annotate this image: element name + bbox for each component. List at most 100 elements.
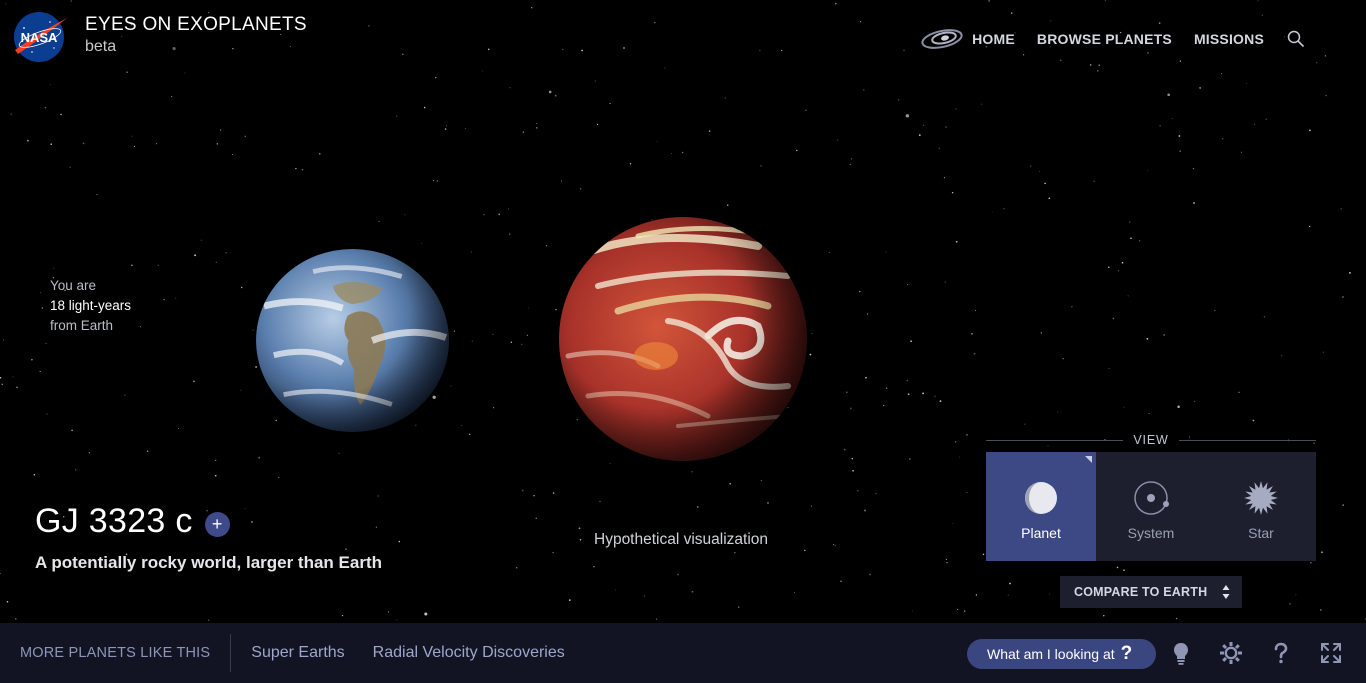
star-dot (922, 392, 924, 395)
star-dot (10, 113, 12, 115)
star-dot (509, 87, 511, 89)
star-dot (944, 281, 946, 283)
nasa-logo-icon[interactable]: NASA (10, 10, 68, 64)
star-dot (1158, 22, 1161, 24)
star-dot (0, 376, 2, 379)
nav-missions-link[interactable]: MISSIONS (1194, 31, 1264, 47)
star-dot (1123, 406, 1125, 408)
star-dot (555, 308, 557, 311)
star-dot (828, 252, 830, 254)
star-dot (957, 608, 959, 610)
star-dot (726, 204, 729, 206)
nav-home-link[interactable]: HOME (972, 31, 1015, 47)
compare-label: COMPARE TO EARTH (1074, 585, 1208, 599)
star-dot (69, 166, 71, 168)
star-dot (31, 359, 33, 361)
star-dot (850, 158, 852, 160)
star-dot (955, 108, 957, 110)
star-dot (535, 517, 537, 519)
star-dot (432, 180, 435, 182)
star-dot (1309, 225, 1311, 228)
star-dot (859, 21, 862, 23)
star-dot (1179, 60, 1181, 62)
compare-to-earth-select[interactable]: COMPARE TO EARTH (1060, 576, 1242, 608)
star-dot (1253, 123, 1255, 125)
exoplanet-globe[interactable] (558, 216, 808, 462)
star-dot (883, 404, 885, 407)
lightbulb-button[interactable] (1168, 640, 1194, 666)
star-dot (341, 614, 344, 617)
star-dot (377, 495, 379, 497)
galaxy-icon[interactable] (920, 27, 964, 51)
star-dot (507, 208, 510, 210)
what-am-i-looking-at-button[interactable]: What am I looking at ? (967, 639, 1156, 669)
star-dot (1194, 400, 1196, 402)
star-dot (1325, 94, 1327, 97)
star-dot (843, 448, 846, 451)
view-system-button[interactable]: System (1096, 452, 1206, 561)
help-button[interactable] (1268, 640, 1294, 666)
star-dot (295, 167, 297, 170)
star-dot (487, 48, 490, 51)
settings-button[interactable] (1218, 640, 1244, 666)
tag-radial-velocity-link[interactable]: Radial Velocity Discoveries (373, 644, 565, 662)
star-dot (1349, 272, 1351, 274)
tag-super-earths-link[interactable]: Super Earths (251, 644, 344, 662)
view-star-button[interactable]: Star (1206, 452, 1316, 561)
star-dot (934, 395, 936, 397)
divider (986, 439, 1124, 441)
planet-header: GJ 3323 c + (35, 502, 230, 541)
star-dot (252, 329, 254, 331)
star-dot (139, 326, 141, 328)
search-icon[interactable] (1286, 29, 1306, 49)
star-dot (579, 538, 582, 541)
star-dot (1093, 180, 1095, 183)
top-nav: HOME BROWSE PLANETS MISSIONS (920, 27, 1306, 51)
star-dot (599, 500, 601, 503)
star-dot (858, 290, 861, 293)
star-dot (1060, 59, 1062, 62)
star-dot (840, 580, 842, 583)
app-title[interactable]: EYES ON EXOPLANETS (85, 14, 307, 36)
distance-value: 18 light-years (50, 298, 132, 313)
star-dot (1199, 87, 1201, 89)
star-dot (424, 612, 428, 616)
star-dot (576, 419, 578, 421)
star-dot (886, 387, 888, 389)
star-dot (469, 433, 471, 435)
star-dot (609, 463, 611, 465)
star-dot (875, 493, 877, 495)
star-dot (835, 2, 837, 5)
star-dot (1342, 504, 1345, 506)
earth-globe[interactable] (254, 247, 451, 434)
star-dot (971, 332, 973, 335)
logo-area: NASA EYES ON EXOPLANETS beta (10, 10, 307, 64)
star-dot (1049, 593, 1051, 595)
star-dot (244, 135, 246, 137)
star-dot (396, 115, 398, 117)
star-dot (215, 261, 217, 263)
star-dot (664, 67, 666, 69)
star-dot (1050, 20, 1052, 22)
star-dot (1320, 609, 1322, 611)
star-dot (70, 0, 73, 2)
star-dot (681, 151, 684, 154)
star-dot (398, 540, 400, 543)
star-dot (787, 407, 789, 409)
view-system-label: System (1127, 525, 1175, 541)
planet-info-plus-button[interactable]: + (204, 512, 230, 537)
star-dot (515, 566, 518, 569)
star-dot (866, 313, 869, 315)
star-dot (44, 106, 47, 109)
star-dot (1309, 129, 1311, 132)
star-dot (1146, 337, 1149, 340)
view-planet-button[interactable]: Planet (986, 452, 1096, 561)
star-dot (453, 330, 455, 332)
fullscreen-icon (1321, 643, 1341, 663)
fullscreen-button[interactable] (1318, 640, 1344, 666)
star-dot (60, 113, 62, 116)
star-dot (526, 334, 529, 336)
nav-browse-planets-link[interactable]: BROWSE PLANETS (1037, 31, 1172, 47)
star-dot (734, 552, 736, 554)
star-dot (1171, 118, 1173, 119)
